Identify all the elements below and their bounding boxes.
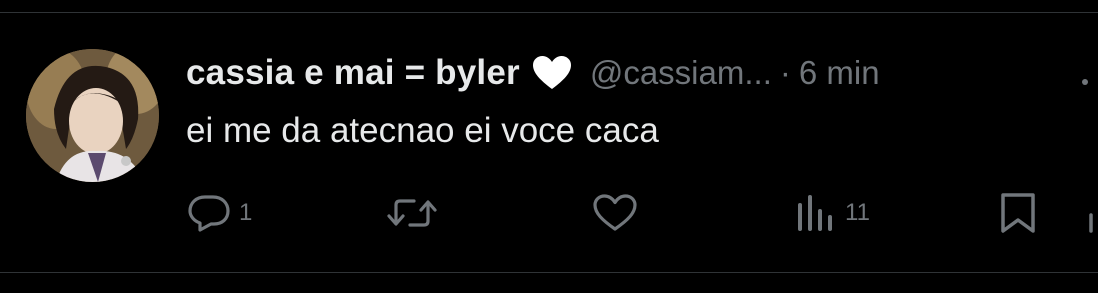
like-button[interactable] — [592, 191, 638, 235]
views-button[interactable]: 11 — [795, 191, 870, 235]
share-icon — [1086, 193, 1098, 233]
user-handle[interactable]: @cassiam... — [590, 54, 772, 92]
reply-button[interactable]: 1 — [187, 191, 252, 235]
heart-icon — [592, 193, 638, 233]
separator-dot: · — [779, 54, 791, 91]
tweet-text: ei me da atecnao ei voce caca — [186, 111, 659, 150]
reply-count: 1 — [239, 199, 253, 226]
repost-button[interactable] — [384, 191, 440, 235]
display-name[interactable]: cassia e mai = byler — [186, 53, 520, 93]
more-options-icon[interactable] — [1082, 79, 1088, 85]
action-bar: 1 11 — [0, 191, 1098, 235]
white-heart-icon — [532, 55, 572, 91]
share-button[interactable] — [1086, 191, 1098, 235]
tweet[interactable]: cassia e mai = byler @cassiam... · 6 min… — [0, 13, 1098, 272]
timestamp[interactable]: 6 min — [799, 54, 880, 92]
bookmark-icon — [998, 192, 1038, 234]
views-icon — [795, 193, 837, 233]
avatar[interactable] — [26, 49, 159, 182]
reply-icon — [187, 194, 231, 232]
bottom-divider — [0, 272, 1098, 273]
views-count: 11 — [845, 199, 870, 226]
repost-icon — [384, 193, 440, 233]
bookmark-button[interactable] — [998, 191, 1038, 235]
tweet-header: cassia e mai = byler @cassiam... · 6 min — [186, 51, 880, 95]
